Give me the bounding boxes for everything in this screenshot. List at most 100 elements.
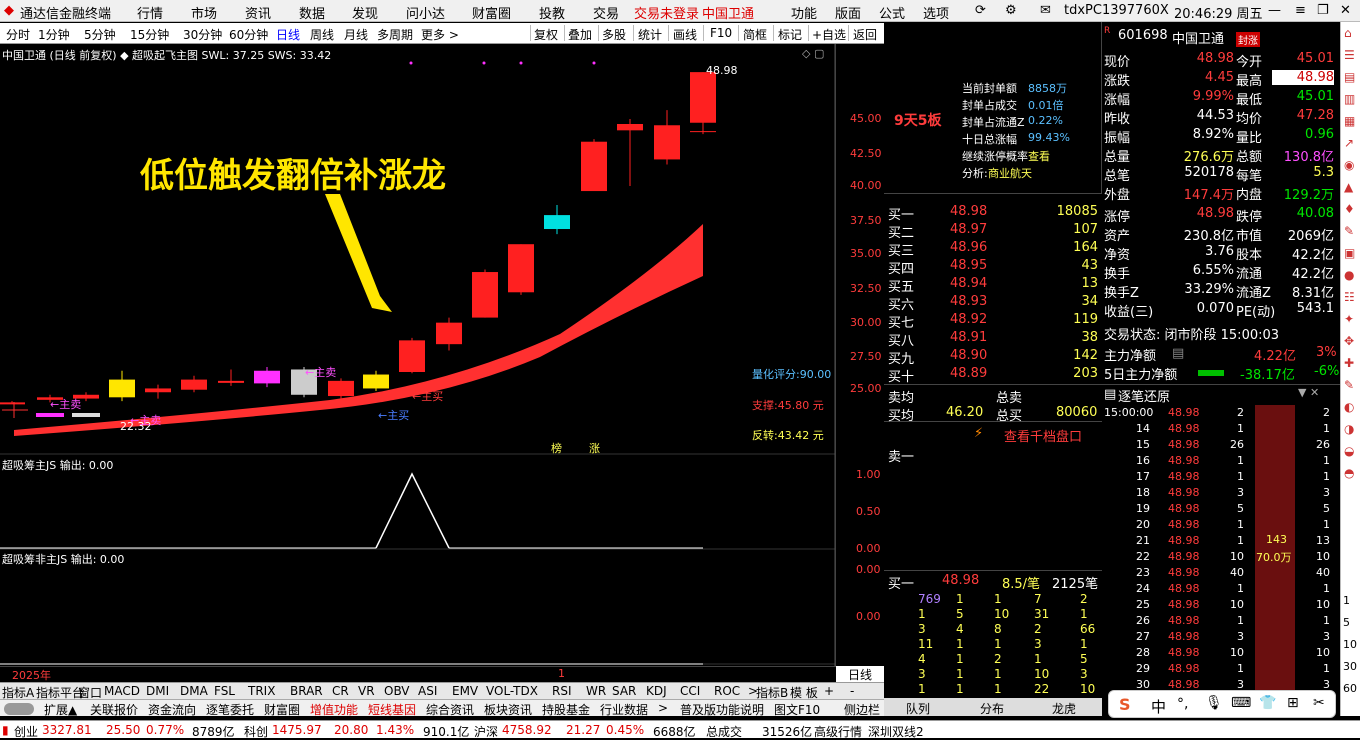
indicator-tab[interactable]: DMI	[146, 684, 169, 698]
tool-button[interactable]: 复权	[534, 26, 558, 43]
nav-tab[interactable]: 综合资讯	[426, 701, 474, 718]
side-tool-icon[interactable]: ▤	[1344, 70, 1355, 84]
side-tool-icon[interactable]: ✚	[1344, 356, 1354, 370]
period-tab[interactable]: 15分钟	[130, 26, 169, 43]
bid-price[interactable]: 48.92	[950, 312, 987, 327]
side-tool-icon[interactable]: ▲	[1344, 180, 1353, 194]
toggle-switch[interactable]	[4, 703, 34, 715]
menu-data[interactable]: 数据	[299, 3, 325, 22]
menu-quote[interactable]: 行情	[137, 3, 163, 22]
indicator-tab[interactable]: ASI	[418, 684, 437, 698]
ime-lang[interactable]: 中	[1151, 696, 1166, 717]
candle-body[interactable]	[145, 388, 171, 393]
nav-tab[interactable]: 板块资讯	[484, 701, 532, 718]
indicator-tab[interactable]: MACD	[104, 684, 140, 698]
tick-scale-option[interactable]: 10	[1343, 638, 1357, 651]
candle-body[interactable]	[472, 272, 498, 318]
indicator-tab[interactable]: VR	[358, 684, 375, 698]
tab-queue[interactable]: 队列	[906, 700, 930, 716]
side-tool-icon[interactable]: ⌂	[1344, 26, 1352, 40]
candle-body[interactable]	[436, 322, 462, 345]
period-tab[interactable]: 分时	[6, 26, 30, 43]
close-icon[interactable]: ✕	[1340, 3, 1351, 18]
tool-button[interactable]: 叠加	[568, 26, 592, 43]
candle-body[interactable]	[181, 379, 207, 390]
nav-tab[interactable]: >	[658, 701, 668, 715]
indicator-tab[interactable]: -	[850, 684, 854, 698]
bid-price[interactable]: 48.93	[950, 294, 987, 309]
tool-button[interactable]: 简框	[743, 26, 767, 43]
tool-button[interactable]: 画线	[673, 26, 697, 43]
candle-body[interactable]	[508, 244, 534, 293]
side-tool-icon[interactable]: ●	[1344, 268, 1354, 282]
nav-tab[interactable]: 行业数据	[600, 701, 648, 718]
chart-diamond-icon[interactable]: ◇ ▢	[802, 47, 824, 60]
indicator-tab[interactable]: CR	[332, 684, 349, 698]
side-tool-icon[interactable]: ◑	[1344, 422, 1354, 436]
bid-price[interactable]: 48.97	[950, 222, 987, 237]
tick-scale-option[interactable]: 5	[1343, 616, 1350, 629]
ime-keyboard-icon[interactable]: ⌨	[1231, 695, 1251, 711]
settings-icon[interactable]: ⚙	[1005, 3, 1017, 18]
nav-tab[interactable]: 资金流向	[148, 701, 196, 718]
indicator-tab[interactable]: ROC	[714, 684, 740, 698]
tool-button[interactable]: 标记	[778, 26, 802, 43]
tab-distribution[interactable]: 分布	[980, 700, 1004, 716]
stock-tag[interactable]: 中国卫通	[702, 3, 754, 22]
restore-icon[interactable]: ❐	[1317, 3, 1329, 18]
trade-login-status[interactable]: 交易未登录	[634, 3, 699, 22]
menu-ask[interactable]: 问小达	[406, 3, 445, 22]
indicator-tab[interactable]: +	[824, 684, 834, 698]
ime-mic-icon[interactable]: 🎙	[1205, 695, 1223, 711]
bid-price[interactable]: 48.95	[950, 258, 987, 273]
side-tool-icon[interactable]: ◉	[1344, 158, 1354, 172]
bid-price[interactable]: 48.90	[950, 348, 987, 363]
side-tool-icon[interactable]: ✎	[1344, 224, 1354, 238]
side-tool-icon[interactable]: ♦	[1344, 202, 1355, 216]
side-tool-icon[interactable]: ▦	[1344, 114, 1355, 128]
indicator-tab[interactable]: CCI	[680, 684, 700, 698]
tick-scale-option[interactable]: 30	[1343, 660, 1357, 673]
index-name[interactable]: 科创	[244, 723, 268, 740]
period-tab[interactable]: 多周期	[377, 26, 413, 43]
indicator-tab[interactable]: SAR	[612, 684, 636, 698]
period-tab[interactable]: 30分钟	[183, 26, 222, 43]
bid-price[interactable]: 48.98	[950, 204, 987, 219]
side-tool-icon[interactable]: ◓	[1344, 466, 1354, 480]
period-more[interactable]: 更多 >	[421, 26, 459, 43]
candle-body[interactable]	[544, 215, 570, 230]
tool-button[interactable]: +自选	[812, 26, 846, 43]
ime-punct-icon[interactable]: °,	[1177, 696, 1188, 712]
side-tool-icon[interactable]: ✎	[1344, 378, 1354, 392]
nav-tab[interactable]: 关联报价	[90, 701, 138, 718]
side-tool-icon[interactable]: ◒	[1344, 444, 1354, 458]
tool-button[interactable]: 多股	[602, 26, 626, 43]
bid-price[interactable]: 48.91	[950, 330, 987, 345]
nav-tab[interactable]: 财富圈	[264, 701, 300, 718]
indicator-tab[interactable]: OBV	[384, 684, 410, 698]
nav-tab[interactable]: 短线基因	[368, 701, 416, 718]
indicator-tab[interactable]: KDJ	[646, 684, 667, 698]
limit-row-value[interactable]: 查看	[1028, 148, 1050, 164]
indicator-tab[interactable]: WR	[586, 684, 606, 698]
nav-tab[interactable]: 扩展▲	[44, 701, 77, 718]
indicator-tab[interactable]: EMV	[452, 684, 478, 698]
tick-scale-option[interactable]: 1	[1343, 594, 1350, 607]
candle-body[interactable]	[617, 124, 643, 131]
nav-tab[interactable]: 持股基金	[542, 701, 590, 718]
menu-formula[interactable]: 公式	[879, 3, 905, 22]
bid-price[interactable]: 48.89	[950, 366, 987, 381]
view-all-depth[interactable]: 查看千档盘口	[1004, 426, 1082, 445]
indicator-tab[interactable]: FSL	[214, 684, 235, 698]
side-tool-icon[interactable]: ✦	[1344, 312, 1354, 326]
side-tool-icon[interactable]: ✥	[1344, 334, 1354, 348]
ime-scissors-icon[interactable]: ✂	[1313, 695, 1325, 711]
candle-body[interactable]	[654, 125, 680, 160]
menu-news[interactable]: 资讯	[245, 3, 271, 22]
refresh-icon[interactable]: ⟳	[975, 3, 986, 18]
period-label[interactable]: 日线	[836, 666, 884, 683]
tick-menu-icon[interactable]: ▼ ✕	[1298, 386, 1319, 399]
menu-trade[interactable]: 交易	[593, 3, 619, 22]
candle-body[interactable]	[109, 379, 135, 398]
menu-edu[interactable]: 投教	[539, 3, 565, 22]
